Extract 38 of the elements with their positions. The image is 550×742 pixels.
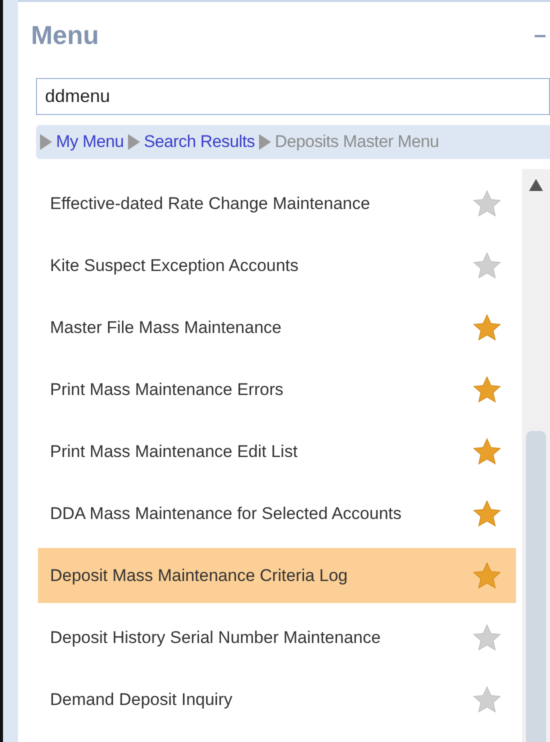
menu-item[interactable]: Effective-dated Rate Change Maintenance — [38, 176, 516, 231]
menu-item[interactable]: DDA Mass Maintenance for Selected Accounts — [38, 486, 516, 541]
menu-item[interactable]: Print Mass Maintenance Edit List — [38, 424, 516, 479]
panel-title: Menu — [31, 20, 99, 50]
menu-item[interactable]: Demand Deposit Inquiry — [38, 672, 516, 727]
breadcrumb-link[interactable]: My Menu — [56, 132, 124, 152]
menu-item-label: Deposit Mass Maintenance Criteria Log — [50, 564, 348, 586]
menu-item[interactable]: Master File Mass Maintenance — [38, 300, 516, 355]
menu-item-label: Deposit History Serial Number Maintenance — [50, 626, 381, 648]
breadcrumb-arrow-icon — [258, 134, 271, 150]
menu-item[interactable]: Kite Suspect Exception Accounts — [38, 238, 516, 293]
menu-item-label: Master File Mass Maintenance — [50, 316, 282, 338]
menu-item-label: DDA Mass Maintenance for Selected Accounts — [50, 502, 402, 524]
menu-item-label: Effective-dated Rate Change Maintenance — [50, 192, 370, 214]
menu-item-label: Print Mass Maintenance Errors — [50, 378, 284, 400]
favorite-star-icon[interactable] — [472, 188, 502, 218]
scroll-up-icon[interactable] — [529, 179, 543, 191]
search-field[interactable]: ddmenu — [36, 78, 550, 115]
favorite-star-icon[interactable] — [472, 498, 502, 528]
breadcrumb-arrow-icon — [128, 134, 140, 150]
scrollbar-thumb[interactable] — [526, 431, 546, 742]
menu-item-label: Demand Deposit Inquiry — [50, 688, 232, 710]
favorite-star-icon[interactable] — [472, 312, 502, 342]
menu-item[interactable]: Print Mass Maintenance Errors — [38, 362, 516, 417]
menu-item[interactable]: Deposit Mass Maintenance Criteria Log — [38, 548, 516, 603]
breadcrumb-arrow-icon — [40, 134, 52, 150]
favorite-star-icon[interactable] — [472, 436, 502, 466]
menu-item-label: Kite Suspect Exception Accounts — [50, 254, 299, 276]
favorite-star-icon[interactable] — [472, 560, 502, 590]
breadcrumb-link[interactable]: Search Results — [144, 132, 255, 152]
menu-item-label: Print Mass Maintenance Edit List — [50, 440, 298, 462]
favorite-star-icon[interactable] — [472, 622, 502, 652]
scrollbar[interactable] — [522, 169, 550, 742]
favorite-star-icon[interactable] — [472, 250, 502, 280]
favorite-star-icon[interactable] — [472, 374, 502, 404]
favorite-star-icon[interactable] — [472, 684, 502, 714]
menu-item[interactable]: Deposit History Serial Number Maintenance — [38, 610, 516, 665]
current-page-label: Deposits Master Menu — [274, 132, 439, 152]
